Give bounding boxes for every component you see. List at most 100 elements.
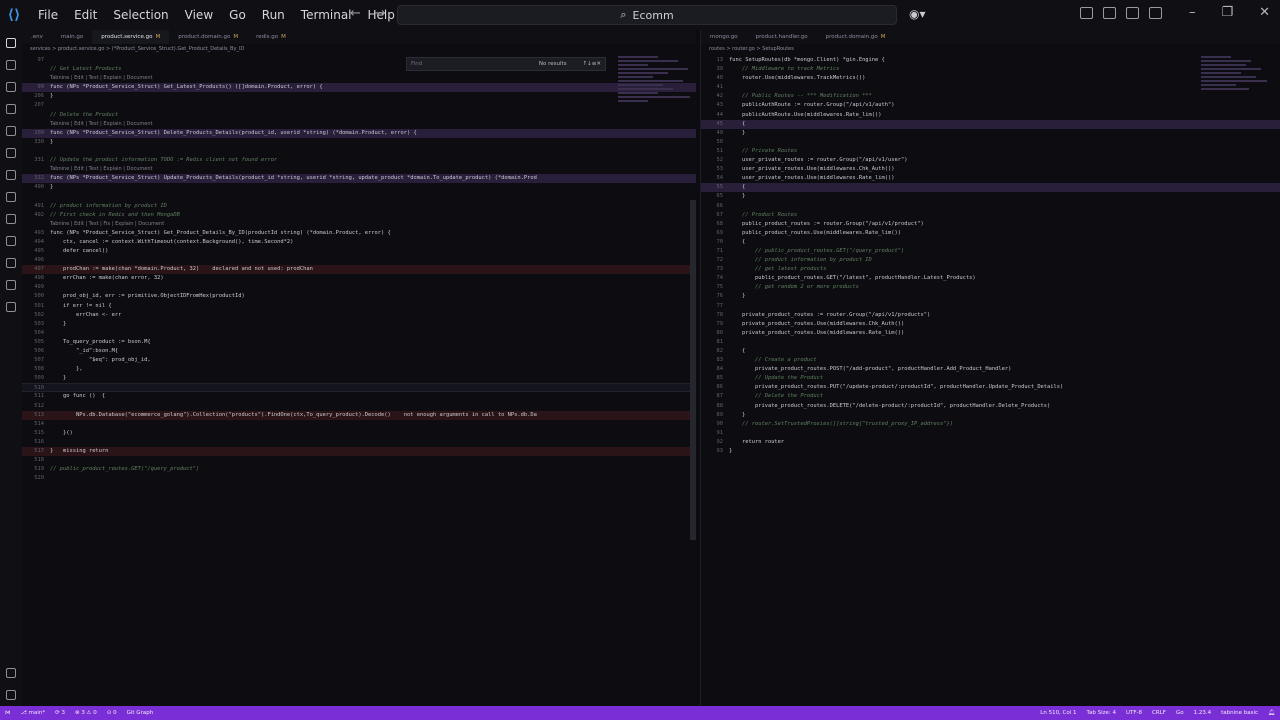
line-text: user_private_routes.Use(middlewares.Chk_… <box>729 166 895 173</box>
find-input[interactable]: Find <box>411 61 539 67</box>
tab-size[interactable]: Tab Size: 4 <box>1082 710 1121 716</box>
menu-go[interactable]: Go <box>221 0 254 30</box>
codelens-row[interactable]: Tabnine | Edit | Test | Fix | Explain | … <box>22 220 696 229</box>
menu-file[interactable]: File <box>30 0 66 30</box>
notifications-bell-icon[interactable]: 🔔︎ <box>1263 710 1280 716</box>
docker-icon[interactable] <box>6 214 16 224</box>
editor-tab[interactable]: redis.go M <box>247 30 295 44</box>
editor-tab[interactable]: product.service.go M <box>92 30 170 44</box>
branch-name: main* <box>28 710 46 716</box>
line-number: 502 <box>34 311 44 318</box>
search-icon[interactable] <box>6 60 16 70</box>
toggle-panel-icon[interactable] <box>1126 7 1139 19</box>
line-number: 495 <box>34 247 44 254</box>
settings-gear-icon[interactable] <box>6 690 16 700</box>
close-icon[interactable]: ✕ <box>1259 5 1270 20</box>
code-editor[interactable]: 13 func SetupRoutes(db *mongo.Client) *gi… <box>701 54 1280 456</box>
extensions-icon[interactable] <box>6 148 16 158</box>
branch-indicator[interactable]: ⎇ main* <box>16 710 51 716</box>
vertical-scrollbar[interactable] <box>690 200 696 540</box>
testing-icon[interactable] <box>6 170 16 180</box>
code-line: 207 <box>22 101 696 110</box>
toggle-secondary-sidebar-icon[interactable] <box>1149 7 1162 19</box>
ports-indicator[interactable]: ⊙ 0 <box>102 710 122 716</box>
code-line: 74 public_product_routes.GET("/latest", … <box>701 274 1280 283</box>
line-text: // Get Latest Products <box>50 66 122 73</box>
codelens-row[interactable]: Tabnine | Edit | Test | Explain | Docume… <box>22 120 696 129</box>
minimap[interactable] <box>618 54 692 154</box>
end-of-line[interactable]: CRLF <box>1147 710 1171 716</box>
line-number: 76 <box>716 293 724 300</box>
git-graph-icon[interactable] <box>6 192 16 202</box>
codelens-row[interactable]: Tabnine | Edit | Test | Explain | Docume… <box>22 74 696 83</box>
restore-icon[interactable]: ❐ <box>1221 5 1233 20</box>
code-line: 53 user_private_routes.Use(middlewares.C… <box>701 165 1280 174</box>
line-number: 91 <box>716 429 724 436</box>
menu-selection[interactable]: Selection <box>105 0 176 30</box>
git-graph-button[interactable]: Git Graph <box>122 710 159 716</box>
menu-edit[interactable]: Edit <box>66 0 105 30</box>
editor-tab[interactable]: product.domain.go M <box>169 30 247 44</box>
line-text: } <box>729 411 746 418</box>
code-line: 65 } <box>701 192 1280 201</box>
copilot-chat-icon[interactable] <box>6 280 16 290</box>
problems-indicator[interactable]: ⊗ 3 ⚠ 0 <box>70 710 102 716</box>
customize-layout-icon[interactable] <box>1080 7 1093 19</box>
database-icon[interactable] <box>6 236 16 246</box>
line-number: 510 <box>34 385 44 392</box>
language-mode[interactable]: Go <box>1171 710 1189 716</box>
explorer-icon[interactable] <box>6 38 16 48</box>
back-arrow-icon[interactable]: ← <box>350 6 361 21</box>
minimap[interactable] <box>1201 54 1275 154</box>
tab-label: mongo.go <box>710 34 738 40</box>
line-text: // Delete the Product <box>729 393 824 400</box>
line-number: 520 <box>34 475 44 482</box>
account-icon[interactable] <box>6 668 16 678</box>
modified-badge: M <box>880 34 886 40</box>
tabnine-status[interactable]: tabnine basic <box>1216 710 1263 716</box>
editor-tab[interactable]: product.handler.go <box>747 30 817 44</box>
toggle-sidebar-icon[interactable] <box>1103 7 1116 19</box>
encoding[interactable]: UTF-8 <box>1121 710 1147 716</box>
tabnine-icon[interactable] <box>6 258 16 268</box>
editor-tab[interactable]: product.domain.go M <box>817 30 895 44</box>
editor-tab[interactable]: main.go <box>52 30 92 44</box>
line-number: 66 <box>716 202 724 209</box>
minimize-icon[interactable]: – <box>1189 5 1196 20</box>
forward-arrow-icon[interactable]: → <box>375 6 386 21</box>
codelens-row[interactable]: Tabnine | Edit | Test | Explain | Docume… <box>22 165 696 174</box>
line-number: 496 <box>34 257 44 264</box>
breadcrumb[interactable]: services > product.service.go > (*Produc… <box>22 44 696 54</box>
line-text: // Product Routes <box>729 211 798 218</box>
line-number <box>22 111 50 120</box>
cursor-position[interactable]: Ln 510, Col 1 <box>1035 710 1081 716</box>
line-number: 42 <box>716 93 724 100</box>
code-line: 505 To_query_product := bson.M{ <box>22 338 696 347</box>
extension-icon[interactable] <box>6 302 16 312</box>
go-version[interactable]: 1.23.4 <box>1189 710 1217 716</box>
code-line: 89 } <box>701 411 1280 420</box>
remote-icon[interactable]: ⋈ <box>0 710 16 716</box>
copilot-icon[interactable]: ◉▾ <box>909 7 926 21</box>
line-number <box>22 74 50 83</box>
line-number: 77 <box>716 302 724 309</box>
editor-tab[interactable]: mongo.go <box>701 30 747 44</box>
line-text: private_product_routes.POST("/add-produc… <box>729 366 1012 373</box>
code-line: 69 public_product_routes.Use(middlewares… <box>701 229 1280 238</box>
source-control-icon[interactable] <box>6 82 16 92</box>
command-center-search[interactable]: ⌕ Ecomm <box>397 5 897 25</box>
line-text: private_product_routes := router.Group("… <box>729 311 931 318</box>
remote-explorer-icon[interactable] <box>6 126 16 136</box>
code-editor[interactable]: 97 // Get Latest Products Tabnine | Edit |… <box>22 54 696 483</box>
line-text: return router <box>729 438 785 445</box>
close-find-icon[interactable]: ✕ <box>596 61 601 67</box>
sync-indicator[interactable]: ⟳ 3 <box>50 710 70 716</box>
breadcrumb[interactable]: routes > router.go > SetupRoutes <box>701 44 1280 54</box>
menu-view[interactable]: View <box>177 0 221 30</box>
workspace-name: Ecomm <box>632 8 674 22</box>
menu-run[interactable]: Run <box>254 0 293 30</box>
editor-tab[interactable]: .env <box>22 30 52 44</box>
run-debug-icon[interactable] <box>6 104 16 114</box>
code-line: 495 defer cancel() <box>22 247 696 256</box>
code-line: 84 private_product_routes.POST("/add-pro… <box>701 365 1280 374</box>
